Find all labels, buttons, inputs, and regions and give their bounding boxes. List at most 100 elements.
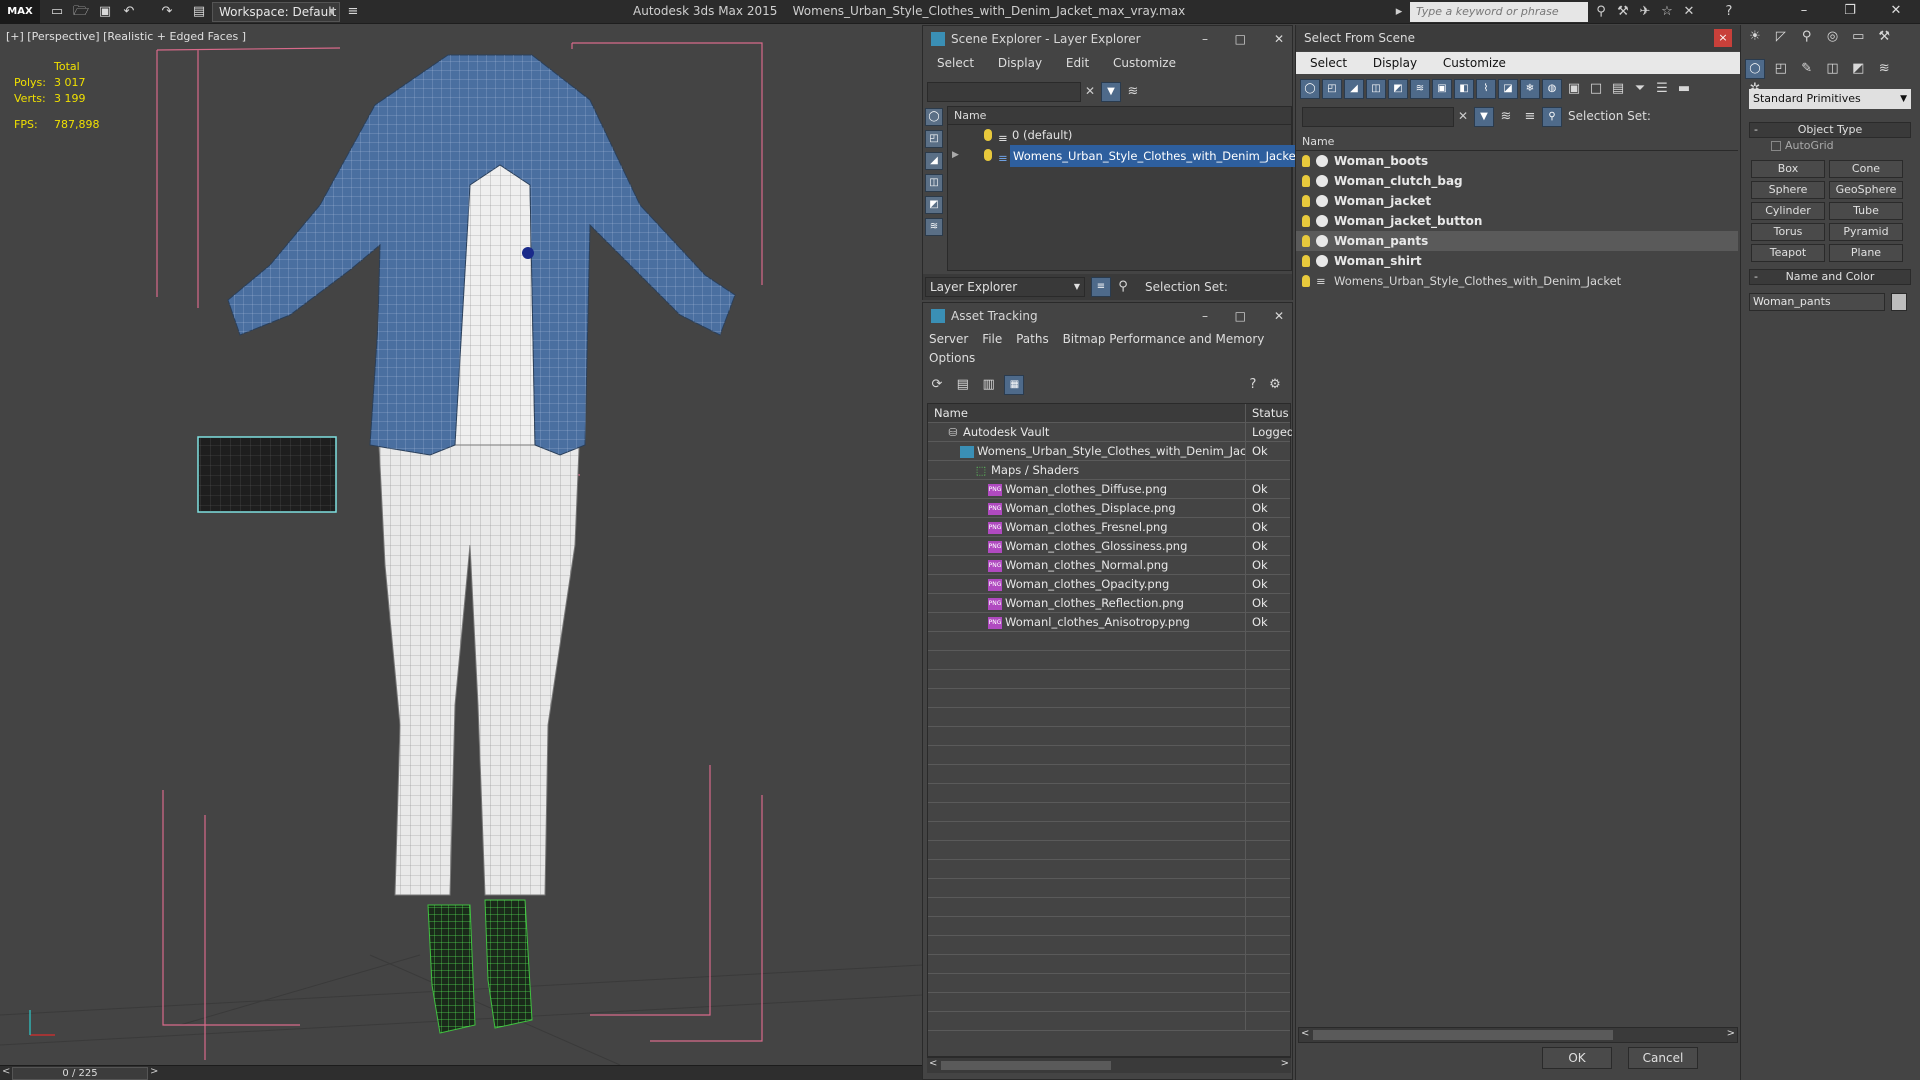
collapse-icon[interactable]: -: [1754, 123, 1758, 137]
refresh-icon[interactable]: ⟳: [927, 375, 947, 395]
select-from-scene-titlebar[interactable]: Select From Scene ×: [1296, 25, 1740, 51]
exchange-icon[interactable]: ✕: [1680, 3, 1698, 21]
hidden-filter-icon[interactable]: ◍: [1542, 79, 1562, 99]
column-header-name[interactable]: Name: [948, 107, 1291, 125]
hierarchy-icon[interactable]: ⚲: [1542, 107, 1562, 127]
maximize-icon[interactable]: □: [1235, 303, 1246, 329]
lights-filter-icon[interactable]: ◢: [1344, 79, 1364, 99]
layer-options-icon[interactable]: ≋: [1123, 82, 1143, 102]
bulb-icon[interactable]: [1302, 235, 1310, 247]
table-row[interactable]: PNG Womanl_clothes_Anisotropy.png Ok: [928, 613, 1290, 632]
object-row[interactable]: Woman_pants: [1296, 231, 1738, 251]
bulb-icon[interactable]: [984, 149, 992, 161]
open-file-icon[interactable]: 🗁: [72, 3, 90, 21]
layers-toggle-icon[interactable]: ≡: [1091, 277, 1111, 297]
display-cameras-icon[interactable]: ◫: [925, 174, 943, 192]
new-file-icon[interactable]: ▭: [48, 3, 66, 21]
name-color-rollout[interactable]: - Name and Color: [1749, 269, 1911, 285]
object-row[interactable]: Woman_shirt: [1296, 251, 1738, 271]
menu-server[interactable]: Server: [929, 332, 968, 346]
bulb-icon[interactable]: [1302, 195, 1310, 207]
hierarchy-icon[interactable]: ⚲: [1113, 277, 1133, 297]
primitive-teapot-button[interactable]: Teapot: [1751, 244, 1825, 262]
primitive-cone-button[interactable]: Cone: [1829, 160, 1903, 178]
minimize-icon[interactable]: –: [1784, 0, 1824, 24]
scene-explorer-search[interactable]: [927, 82, 1081, 102]
xrefs-filter-icon[interactable]: ◧: [1454, 79, 1474, 99]
column-header-status[interactable]: Status: [1248, 404, 1292, 423]
primitive-box-button[interactable]: Box: [1751, 160, 1825, 178]
maximize-icon[interactable]: □: [1235, 26, 1246, 52]
bulb-icon[interactable]: [1302, 215, 1310, 227]
table-row[interactable]: PNG Woman_clothes_Reflection.png Ok: [928, 594, 1290, 613]
primitive-tube-button[interactable]: Tube: [1829, 202, 1903, 220]
display-none-icon[interactable]: □: [1586, 79, 1606, 99]
tree-row[interactable]: ▶ ≡ Womens_Urban_Style_Clothes_with_Deni…: [948, 145, 1304, 167]
bulb-icon[interactable]: [1302, 255, 1310, 267]
menu-customize[interactable]: Customize: [1443, 56, 1506, 70]
column-header-name[interactable]: Name: [1296, 133, 1738, 151]
shapes-icon[interactable]: ◰: [1771, 59, 1791, 79]
minimize-icon[interactable]: –: [1202, 26, 1208, 52]
clear-search-icon[interactable]: ✕: [1085, 84, 1095, 98]
display-spacewarps-icon[interactable]: ≋: [925, 218, 943, 236]
workspace-dropdown[interactable]: Workspace: Default ▼: [212, 2, 340, 22]
subscription-icon[interactable]: ⚒: [1614, 3, 1632, 21]
menu-options[interactable]: Options: [929, 351, 975, 365]
search-expand-icon[interactable]: ▸: [1390, 3, 1408, 21]
settings-icon[interactable]: ⚙: [1265, 375, 1285, 395]
helpers-filter-icon[interactable]: ◩: [1388, 79, 1408, 99]
table-row[interactable]: ⬚ Maps / Shaders: [928, 461, 1290, 480]
bulb-icon[interactable]: [1302, 175, 1310, 187]
table-row[interactable]: Womens_Urban_Style_Clothes_with_Denim_Ja…: [928, 442, 1290, 461]
sort-icon[interactable]: ☰: [1652, 79, 1672, 99]
scroll-thumb[interactable]: [1313, 1030, 1613, 1040]
menu-edit[interactable]: Edit: [1066, 56, 1089, 70]
close-icon[interactable]: ×: [1714, 29, 1732, 47]
menu-display[interactable]: Display: [998, 56, 1042, 70]
undo-icon[interactable]: ↶: [120, 3, 138, 21]
object-type-rollout[interactable]: - Object Type: [1749, 122, 1911, 138]
table-row[interactable]: PNG Woman_clothes_Opacity.png Ok: [928, 575, 1290, 594]
cameras-filter-icon[interactable]: ◫: [1366, 79, 1386, 99]
table-row[interactable]: PNG Woman_clothes_Displace.png Ok: [928, 499, 1290, 518]
perspective-viewport[interactable]: [+] [Perspective] [Realistic + Edged Fac…: [0, 25, 922, 1065]
bulb-icon[interactable]: [1302, 275, 1310, 287]
workspace-menu-icon[interactable]: ≡: [344, 3, 362, 21]
containers-filter-icon[interactable]: ◪: [1498, 79, 1518, 99]
close-icon[interactable]: ✕: [1274, 26, 1284, 52]
table-row[interactable]: PNG Woman_clothes_Diffuse.png Ok: [928, 480, 1290, 499]
project-folder-icon[interactable]: ▤: [190, 3, 208, 21]
cancel-button[interactable]: Cancel: [1628, 1047, 1698, 1069]
scroll-left-icon[interactable]: <: [929, 1058, 937, 1069]
menu-customize[interactable]: Customize: [1113, 56, 1176, 70]
object-row[interactable]: Woman_jacket_button: [1296, 211, 1738, 231]
groups-filter-icon[interactable]: ▣: [1432, 79, 1452, 99]
help-icon[interactable]: ?: [1243, 375, 1263, 395]
spacewarps-icon[interactable]: ≋: [1874, 59, 1894, 79]
table-row[interactable]: PNG Woman_clothes_Fresnel.png Ok: [928, 518, 1290, 537]
display-shapes-icon[interactable]: ◰: [925, 130, 943, 148]
primitive-geosphere-button[interactable]: GeoSphere: [1829, 181, 1903, 199]
spacewarps-filter-icon[interactable]: ≋: [1410, 79, 1430, 99]
explorer-type-select[interactable]: Layer Explorer ▼: [925, 277, 1085, 297]
viewport-label[interactable]: [+] [Perspective] [Realistic + Edged Fac…: [6, 30, 246, 43]
primitive-pyramid-button[interactable]: Pyramid: [1829, 223, 1903, 241]
prev-frame-icon[interactable]: <: [2, 1066, 10, 1077]
scroll-right-icon[interactable]: >: [1727, 1028, 1735, 1039]
primitive-category-select[interactable]: Standard Primitives ▼: [1749, 89, 1911, 109]
redo-icon[interactable]: ↷: [158, 3, 176, 21]
table-row[interactable]: PNG Woman_clothes_Normal.png Ok: [928, 556, 1290, 575]
ok-button[interactable]: OK: [1542, 1047, 1612, 1069]
filter-icon[interactable]: ▼: [1101, 82, 1121, 102]
horizontal-scrollbar[interactable]: < >: [1298, 1027, 1738, 1043]
tree-row[interactable]: ≡ 0 (default): [948, 125, 1291, 145]
next-frame-icon[interactable]: >: [150, 1066, 158, 1077]
utilities-tab-icon[interactable]: ⚒: [1874, 27, 1894, 47]
layers-icon[interactable]: ≡: [1520, 107, 1540, 127]
thumbnail-view-icon[interactable]: ▥: [979, 375, 999, 395]
checkbox-box[interactable]: [1771, 141, 1781, 151]
close-icon[interactable]: ✕: [1274, 303, 1284, 329]
helpers-icon[interactable]: ◩: [1848, 59, 1868, 79]
clear-search-icon[interactable]: ✕: [1458, 109, 1468, 123]
